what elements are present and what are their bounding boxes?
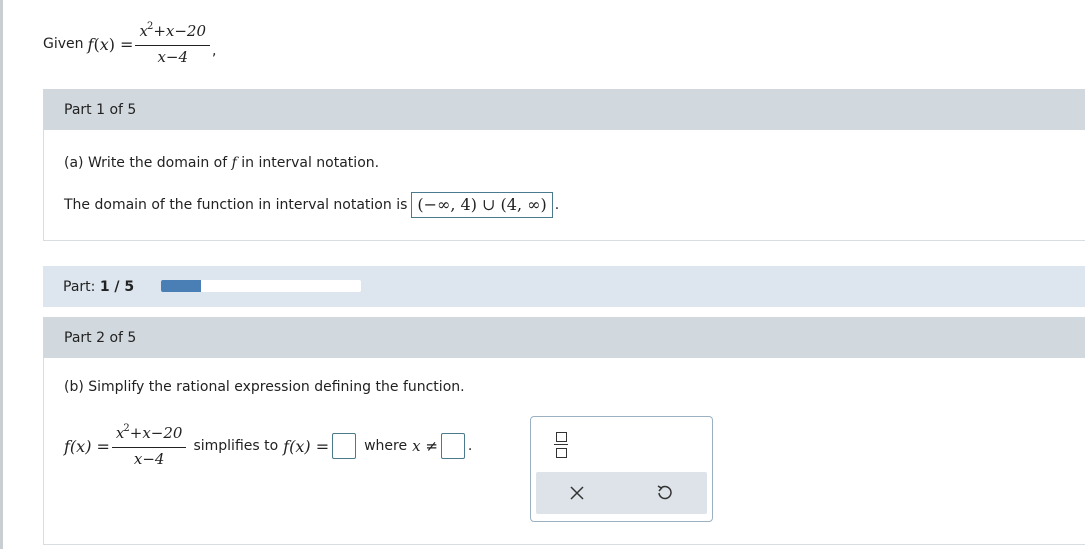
part1-answer-line: The domain of the function in interval n… [64, 192, 559, 218]
given-trailing: , [212, 43, 217, 59]
part1-question: (a) Write the domain of f in interval no… [64, 155, 380, 171]
progress-track [161, 280, 361, 292]
given-function: Given f(x) = x2+x−20 x−4 , [43, 18, 216, 70]
progress-bar-row: Part: 1 / 5 [43, 266, 1085, 307]
undo-icon [657, 485, 672, 500]
math-palette [530, 416, 713, 522]
given-fname: f(x) = [87, 34, 134, 54]
part1-answer-lead: The domain of the function in interval n… [64, 197, 408, 213]
part2-header-label: Part 2 of 5 [64, 330, 137, 346]
fraction-template-icon[interactable] [554, 431, 568, 459]
palette-actions [536, 472, 707, 514]
part2-question: (b) Simplify the rational expression def… [64, 379, 465, 395]
lhs-fraction: x2+x−20 x−4 [111, 423, 187, 468]
simplifies-to-text: simplifies to [193, 438, 279, 454]
simplified-expression-input[interactable] [332, 433, 357, 459]
close-icon [570, 486, 584, 500]
part2-header: Part 2 of 5 [43, 317, 1085, 358]
undo-button[interactable] [649, 480, 679, 506]
part1-header-label: Part 1 of 5 [64, 102, 137, 118]
given-label: Given [43, 36, 84, 52]
excluded-value-input[interactable] [440, 433, 465, 459]
lhs-fname: f(x) = [64, 436, 110, 456]
clear-button[interactable] [562, 480, 592, 506]
given-fraction: x2+x−20 x−4 [135, 21, 210, 66]
rhs-fname: f(x) = [283, 436, 330, 456]
part2-expression-row: f(x) = x2+x−20 x−4 simplifies to f(x) = … [64, 423, 473, 468]
progress-label: Part: 1 / 5 [63, 279, 135, 295]
part1-panel [43, 130, 1085, 241]
progress-fill [161, 280, 201, 292]
left-edge-bar [0, 0, 3, 549]
part1-header: Part 1 of 5 [43, 89, 1085, 130]
domain-answer: (−∞, 4) ∪ (4, ∞) [411, 192, 553, 218]
excluded-value-label: x ≠ [412, 437, 438, 455]
where-text: where [364, 438, 408, 454]
